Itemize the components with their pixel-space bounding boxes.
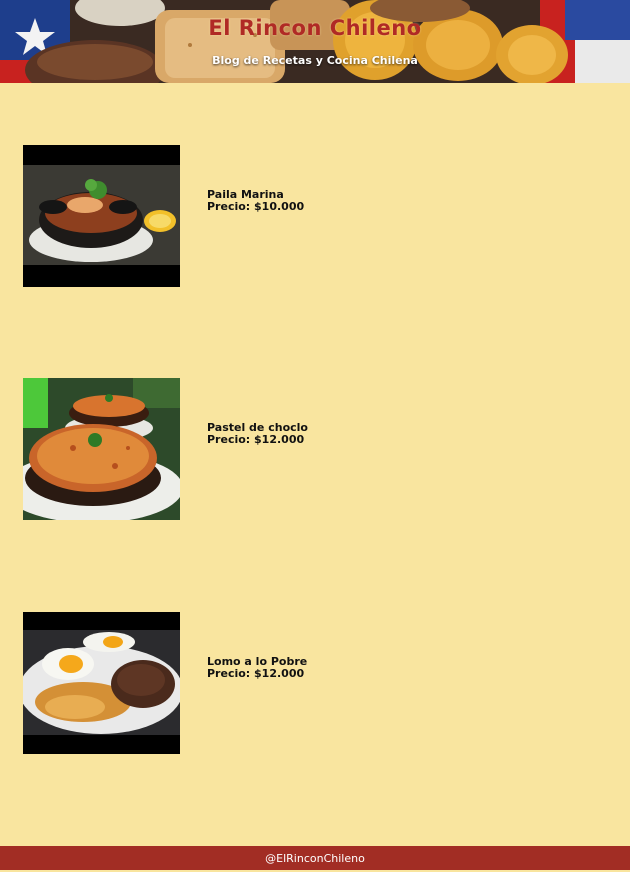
recipe-card-lomo-a-lo-pobre: Lomo a lo Pobre Precio: $12.000 — [23, 612, 603, 754]
paila-marina-photo — [23, 145, 180, 287]
header-banner: El Rincon Chileno Blog de Recetas y Coci… — [0, 0, 630, 83]
recipe-card-pastel-de-choclo: Pastel de choclo Precio: $12.000 — [23, 378, 603, 520]
banner-food-image — [0, 0, 630, 83]
footer: @ElRinconChileno — [0, 846, 630, 870]
recipe-price: Precio: $10.000 — [207, 200, 305, 213]
pastel-de-choclo-photo — [23, 378, 180, 520]
recipe-card-paila-marina: Paila Marina Precio: $10.000 — [23, 145, 603, 287]
recipe-info: Paila Marina Precio: $10.000 — [207, 189, 304, 213]
lomo-a-lo-pobre-photo — [23, 612, 180, 754]
site-title: El Rincon Chileno — [208, 16, 422, 40]
recipe-price: Precio: $12.000 — [207, 433, 305, 446]
footer-social-handle[interactable]: @ElRinconChileno — [265, 852, 365, 865]
recipe-info: Lomo a lo Pobre Precio: $12.000 — [207, 656, 307, 680]
site-subtitle: Blog de Recetas y Cocina Chilena — [212, 54, 418, 67]
recipe-price: Precio: $12.000 — [207, 667, 305, 680]
recipe-info: Pastel de choclo Precio: $12.000 — [207, 422, 308, 446]
